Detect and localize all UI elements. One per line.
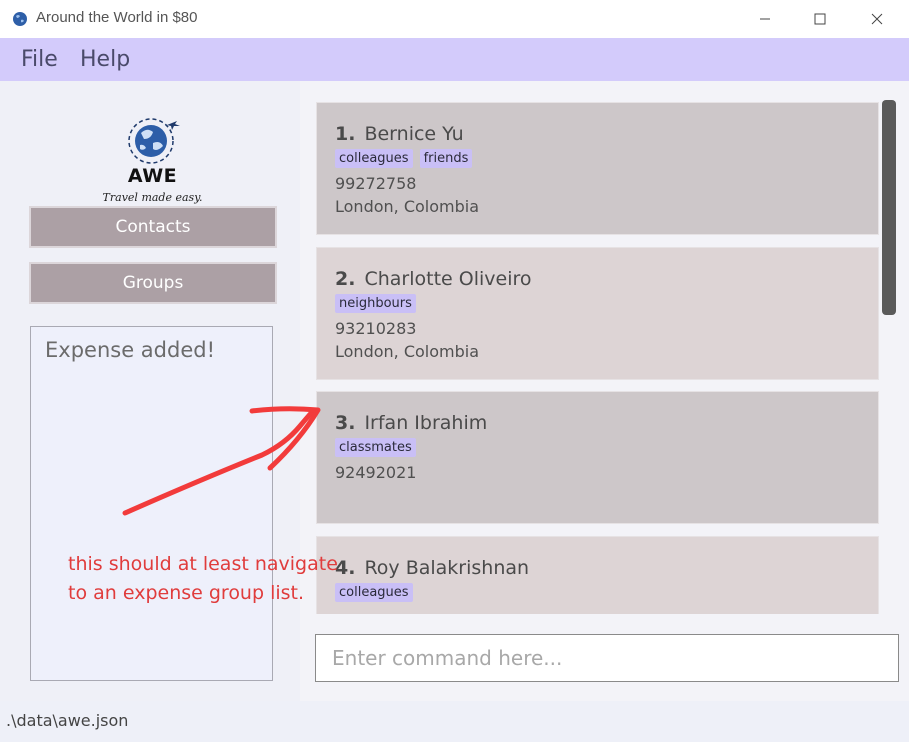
scrollbar-thumb[interactable] [882,100,896,315]
contact-index: 3. [335,412,356,434]
minimize-icon [760,18,770,20]
menu-help[interactable]: Help [80,47,130,72]
status-bar: .\data\awe.json [0,701,909,742]
tag: colleagues [335,149,413,168]
menu-bar: File Help [0,38,909,81]
result-display[interactable]: Expense added! [30,326,273,681]
tag: friends [419,149,473,168]
tag: classmates [335,438,416,457]
contact-phone: 92492021 [335,463,417,482]
tag-list: neighbours [335,294,416,313]
tag: colleagues [335,583,413,602]
contact-index: 2. [335,268,356,290]
contact-name-text: Bernice Yu [364,123,464,145]
contact-address: London, Colombia [335,197,480,216]
logo-name: AWE [127,165,178,187]
tag-list: colleagues [335,583,413,602]
contact-index: 4. [335,557,356,579]
title-bar: Around the World in $80 [0,0,909,38]
tag-list: colleagues friends [335,149,473,168]
contact-name-text: Charlotte Oliveiro [364,268,532,290]
list-item[interactable]: 1. Bernice Yu colleagues friends 99272758… [316,102,879,235]
maximize-icon [814,13,826,25]
annotation-line: this should at least navigate [68,553,338,575]
contact-name-text: Roy Balakrishnan [364,557,530,579]
app-window: Around the World in $80 File Help AWE Tr… [0,0,909,742]
list-item[interactable]: 3. Irfan Ibrahim classmates 92492021 [316,391,879,524]
maximize-button[interactable] [795,0,845,38]
globe-logo-icon [128,118,180,164]
contact-index: 1. [335,123,356,145]
annotation-text: this should at least navigate to an expe… [68,550,338,608]
contact-address: London, Colombia [335,342,480,361]
contact-name: 1. Bernice Yu [335,123,464,145]
contact-name: 4. Roy Balakrishnan [335,557,529,579]
tag-list: classmates [335,438,416,457]
tag: neighbours [335,294,416,313]
contacts-button[interactable]: Contacts [29,206,277,248]
minimize-button[interactable] [740,0,790,38]
command-input[interactable] [315,634,899,682]
result-message: Expense added! [45,338,215,362]
contact-phone: 99272758 [335,174,417,193]
window-title: Around the World in $80 [36,9,198,26]
data-file-path: .\data\awe.json [6,711,129,730]
contact-name: 3. Irfan Ibrahim [335,412,487,434]
list-item[interactable]: 2. Charlotte Oliveiro neighbours 93210283… [316,247,879,380]
app-logo: AWE Travel made easy. [95,99,210,204]
sidebar: AWE Travel made easy. Contacts Groups Ex… [0,81,300,701]
annotation-line: to an expense group list. [68,582,305,604]
close-icon [871,13,883,25]
contact-phone: 93210283 [335,319,417,338]
globe-icon [13,12,27,26]
menu-file[interactable]: File [21,47,58,72]
logo-tagline: Travel made easy. [102,191,203,204]
contact-name-text: Irfan Ibrahim [364,412,488,434]
list-item[interactable]: 4. Roy Balakrishnan colleagues [316,536,879,614]
contact-name: 2. Charlotte Oliveiro [335,268,532,290]
contact-list[interactable]: 1. Bernice Yu colleagues friends 99272758… [303,86,903,614]
close-button[interactable] [852,0,902,38]
groups-button[interactable]: Groups [29,262,277,304]
